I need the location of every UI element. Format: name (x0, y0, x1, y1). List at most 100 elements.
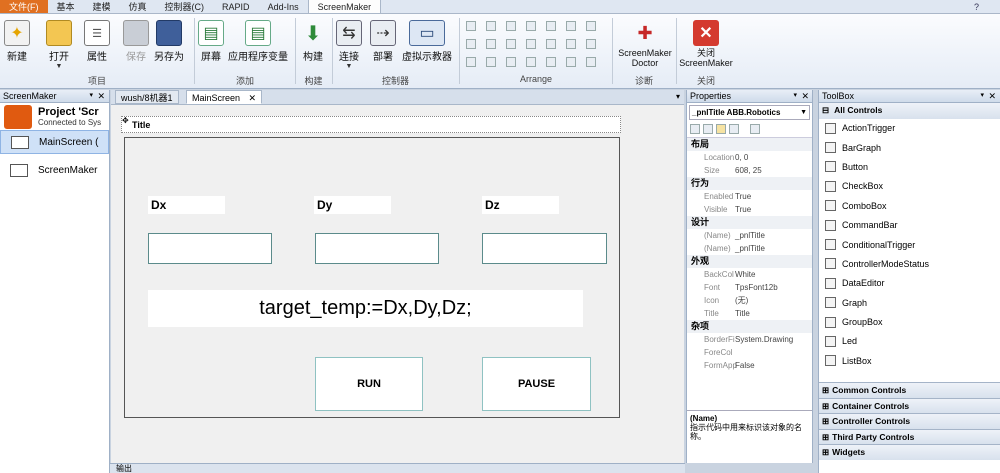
toolbox-section[interactable]: ⊞ Controller Controls (819, 413, 1000, 429)
help-icon[interactable]: ? (974, 0, 986, 13)
property-row[interactable]: Enabled True (687, 190, 812, 203)
save-button[interactable]: 保存 (123, 14, 149, 63)
same-height-icon[interactable] (486, 39, 496, 49)
property-row[interactable]: ForeCol (687, 346, 812, 359)
vspace-inc-icon[interactable] (486, 57, 496, 67)
toolbox-item[interactable]: GroupBox (819, 312, 1000, 331)
property-row[interactable]: Title Title (687, 307, 812, 320)
property-category[interactable]: 布局 (687, 138, 812, 151)
categorized-icon[interactable] (690, 124, 700, 134)
property-row[interactable]: Location 0, 0 (687, 151, 812, 164)
close-icon[interactable]: ✕ (801, 90, 809, 102)
close-icon[interactable]: ✕ (249, 93, 257, 103)
label-dz[interactable]: Dz (482, 196, 559, 214)
tab-mainscreen[interactable]: MainScreen ✕ (186, 90, 263, 104)
properties-button[interactable]: ☰ 属性 (84, 14, 110, 63)
align-right-icon[interactable] (506, 21, 516, 31)
build-button[interactable]: ⬇ 构建 (300, 14, 326, 64)
events-icon[interactable] (729, 124, 739, 134)
property-row[interactable]: Size 608, 25 (687, 164, 812, 177)
output-tab[interactable]: 输出 (116, 464, 132, 473)
tree-item-mainscreen[interactable]: MainScreen ( (0, 130, 109, 154)
property-row[interactable]: (Name) _pnlTitle (687, 242, 812, 255)
toolbox-item[interactable]: ControllerModeStatus (819, 254, 1000, 273)
textbox-dy[interactable] (315, 233, 439, 264)
align-left-icon[interactable] (466, 21, 476, 31)
align-top-icon[interactable] (526, 21, 536, 31)
pause-button[interactable]: PAUSE (482, 357, 591, 411)
move-handle-icon[interactable]: ✥ (122, 117, 129, 125)
title-panel[interactable]: Title ✥ (121, 116, 621, 133)
close-icon[interactable]: ✕ (97, 90, 105, 102)
pin-icon[interactable]: ▾ (793, 90, 797, 102)
property-category[interactable]: 外观 (687, 255, 812, 268)
label-dy[interactable]: Dy (314, 196, 391, 214)
connect-button[interactable]: ⇆ 连接 ▼ (336, 14, 362, 70)
screenmaker-doctor-button[interactable]: ✚ ScreenMaker Doctor (616, 14, 674, 69)
menu-tab-controller[interactable]: 控制器(C) (156, 0, 214, 13)
menu-tab-simulation[interactable]: 仿真 (120, 0, 156, 13)
open-button[interactable]: 打开 ▼ (46, 14, 72, 70)
properties-icon[interactable] (716, 124, 726, 134)
toolbox-item[interactable]: BarGraph (819, 138, 1000, 157)
property-category[interactable]: 行为 (687, 177, 812, 190)
tab-list-icon[interactable]: ▾ (676, 90, 680, 104)
textbox-dx[interactable] (148, 233, 272, 264)
expression-label[interactable]: target_temp:=Dx,Dy,Dz; (148, 290, 583, 327)
property-category[interactable]: 设计 (687, 216, 812, 229)
toolbox-item[interactable]: Graph (819, 293, 1000, 312)
same-size-icon[interactable] (506, 39, 516, 49)
project-node[interactable]: Project 'Scr Connected to Sys (0, 103, 109, 130)
align-middle-icon[interactable] (546, 21, 556, 31)
pin-icon[interactable]: ▾ (89, 90, 93, 102)
align-bottom-icon[interactable] (566, 21, 576, 31)
center-v-icon[interactable] (566, 57, 576, 67)
vspace-remove-icon[interactable] (526, 57, 536, 67)
menu-tab-screenmaker[interactable]: ScreenMaker (307, 0, 382, 13)
screen-button[interactable]: ▤ 屏幕 (198, 14, 224, 63)
toolbox-item[interactable]: CommandBar (819, 215, 1000, 234)
toolbox-section-all[interactable]: ⊟ All Controls (819, 103, 1000, 119)
toolbox-item[interactable]: Button (819, 157, 1000, 176)
hspace-inc-icon[interactable] (546, 39, 556, 49)
run-button[interactable]: RUN (315, 357, 423, 411)
virtual-flexpendant-button[interactable]: ▭ 虚拟示教器 (402, 14, 452, 63)
vspace-dec-icon[interactable] (506, 57, 516, 67)
object-selector[interactable]: _pnlTitle ABB.Robotics ▼ (689, 105, 810, 120)
new-button[interactable]: ✦ 新建 (4, 14, 30, 63)
send-back-icon[interactable] (586, 39, 596, 49)
hspace-equal-icon[interactable] (526, 39, 536, 49)
toolbox-item[interactable]: ComboBox (819, 196, 1000, 215)
menu-tab-modeling[interactable]: 建模 (84, 0, 120, 13)
toolbox-item[interactable]: ConditionalTrigger (819, 235, 1000, 254)
property-row[interactable]: Icon (无) (687, 294, 812, 307)
center-h-icon[interactable] (546, 57, 556, 67)
property-pages-icon[interactable] (750, 124, 760, 134)
menu-tab-basic[interactable]: 基本 (48, 0, 84, 13)
menu-tab-addins[interactable]: Add-Ins (259, 0, 308, 13)
property-row[interactable]: Visible True (687, 203, 812, 216)
same-width-icon[interactable] (466, 39, 476, 49)
property-row[interactable]: FormApp False (687, 359, 812, 372)
toolbox-item[interactable]: ListBox (819, 351, 1000, 370)
property-row[interactable]: BackCol White (687, 268, 812, 281)
deploy-button[interactable]: ⇢ 部署 (370, 14, 396, 63)
property-row[interactable]: (Name) _pnlTitle (687, 229, 812, 242)
save-as-button[interactable]: 另存为 (154, 14, 184, 63)
property-category[interactable]: 杂项 (687, 320, 812, 333)
pin-icon[interactable]: ▾ (980, 90, 984, 102)
tree-item-screenmaker[interactable]: ScreenMaker (0, 158, 109, 182)
toolbox-item[interactable]: CheckBox (819, 177, 1000, 196)
hspace-dec-icon[interactable] (566, 39, 576, 49)
vspace-equal-icon[interactable] (466, 57, 476, 67)
menu-tab-file[interactable]: 文件(F) (0, 0, 48, 13)
tab-station[interactable]: wush/8机器1 (115, 90, 179, 104)
app-variable-button[interactable]: ▤ 应用程序变量 (228, 14, 288, 63)
toolbox-section[interactable]: ⊞ Third Party Controls (819, 428, 1000, 444)
toolbox-section[interactable]: ⊞ Common Controls (819, 382, 1000, 398)
align-center-icon[interactable] (486, 21, 496, 31)
toolbox-item[interactable]: Led (819, 332, 1000, 351)
close-icon[interactable]: ✕ (988, 90, 996, 102)
label-dx[interactable]: Dx (148, 196, 225, 214)
textbox-dz[interactable] (482, 233, 607, 264)
